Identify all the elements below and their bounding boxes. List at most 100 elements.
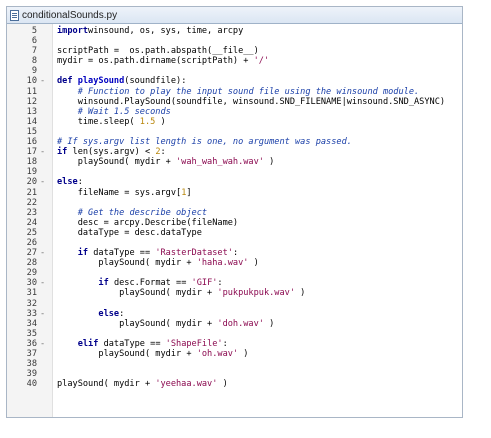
code-line-text: # Wait 1.5 seconds (53, 107, 171, 117)
code-line[interactable] (53, 329, 462, 339)
fold-toggle-icon[interactable]: - (40, 278, 50, 288)
fold-toggle-icon[interactable]: - (40, 177, 50, 187)
line-number: 23 (26, 207, 37, 218)
code-line[interactable]: else: (53, 309, 462, 319)
code-line[interactable]: playSound( mydir + 'doh.wav' ) (53, 319, 462, 329)
code-line[interactable]: fileName = sys.argv[1] (53, 188, 462, 198)
code-line[interactable]: # Function to play the input sound file … (53, 87, 462, 97)
line-number: 40 (26, 379, 37, 390)
code-line[interactable] (53, 36, 462, 46)
code-token: playSound (77, 76, 125, 87)
gutter-row: 34 (7, 319, 52, 329)
gutter-row: 35 (7, 329, 52, 339)
code-line[interactable]: if dataType == 'RasterDataset': (53, 248, 462, 258)
code-line[interactable]: playSound( mydir + 'yeehaa.wav' ) (53, 379, 462, 389)
code-line[interactable] (53, 268, 462, 278)
line-number: 36 (26, 338, 37, 349)
line-number: 14 (26, 116, 37, 127)
code-line[interactable]: # Wait 1.5 seconds (53, 107, 462, 117)
code-line[interactable]: time.sleep( 1.5 ) (53, 117, 462, 127)
code-line[interactable] (53, 238, 462, 248)
code-line[interactable]: importwinsound, os, sys, time, arcpy (53, 26, 462, 36)
code-line[interactable]: playSound( mydir + 'wah_wah_wah.wav' ) (53, 157, 462, 167)
gutter-row: 6 (7, 36, 52, 46)
code-line[interactable] (53, 359, 462, 369)
code-line[interactable]: elif dataType == 'ShapeFile': (53, 339, 462, 349)
window-titlebar[interactable]: conditionalSounds.py (7, 7, 462, 24)
code-line-text: # If sys.argv list length is one, no arg… (53, 137, 352, 147)
code-line[interactable]: playSound( mydir + 'haha.wav' ) (53, 258, 462, 268)
fold-toggle-icon[interactable]: - (40, 309, 50, 319)
code-line[interactable] (53, 167, 462, 177)
code-area[interactable]: importwinsound, os, sys, time, arcpy scri… (53, 24, 462, 417)
code-token: 'doh.wav' (217, 318, 264, 329)
code-line[interactable]: playSound( mydir + 'oh.wav' ) (53, 349, 462, 359)
fold-toggle-icon[interactable]: - (40, 76, 50, 86)
code-line[interactable]: # If sys.argv list length is one, no arg… (53, 137, 462, 147)
code-token: else (57, 177, 78, 188)
line-number: 38 (26, 359, 37, 370)
code-token: desc = arcpy.Describe(fileName) (57, 217, 239, 228)
code-token: : (232, 248, 239, 259)
gutter-row: 40 (7, 379, 52, 389)
code-token: ) (263, 318, 275, 329)
code-token: 1.5 (139, 116, 156, 127)
gutter-row: 14 (7, 117, 52, 127)
code-token: time.sleep( (57, 116, 140, 127)
fold-toggle-icon[interactable]: - (40, 147, 50, 157)
code-line-text: playSound( mydir + 'doh.wav' ) (53, 319, 274, 329)
code-token: ) (263, 157, 275, 168)
gutter-row: 33- (7, 309, 52, 319)
code-line[interactable]: def playSound(soundfile): (53, 76, 462, 86)
code-token: 'oh.wav' (196, 349, 239, 359)
code-line[interactable] (53, 66, 462, 76)
gutter-row: 39 (7, 369, 52, 379)
gutter-row: 38 (7, 359, 52, 369)
code-editor[interactable]: 5 6 7 8 9 10-11 12 13 14 15 16 17-18 19 20-21 22 23 24 25… (7, 24, 462, 417)
code-line[interactable] (53, 127, 462, 137)
code-line[interactable]: # Get the describe object (53, 208, 462, 218)
code-line-text: # Function to play the input sound file … (53, 87, 419, 97)
line-number: 25 (26, 227, 37, 238)
code-token: : (119, 308, 125, 319)
code-token: if (98, 278, 114, 289)
line-number: 24 (26, 217, 37, 228)
code-line[interactable]: playSound( mydir + 'pukpukpuk.wav' ) (53, 288, 462, 298)
code-line[interactable]: if desc.Format == 'GIF': (53, 278, 462, 288)
line-number: 7 (31, 46, 37, 57)
code-token: winsound, os, sys, time, arcpy (88, 26, 244, 36)
code-token: import (57, 26, 89, 36)
line-number: 8 (31, 56, 37, 67)
gutter-row: 31 (7, 288, 52, 298)
code-line[interactable]: else: (53, 177, 462, 187)
line-number: 21 (26, 187, 37, 198)
code-line-text: playSound( mydir + 'haha.wav' ) (53, 258, 258, 268)
gutter-row: 18 (7, 157, 52, 167)
fold-toggle-icon[interactable]: - (40, 339, 50, 349)
fold-toggle-icon[interactable]: - (40, 248, 50, 258)
code-token: playSound( mydir + (57, 379, 156, 390)
code-token: ) (155, 116, 166, 127)
code-token: playSound( mydir + (57, 157, 176, 168)
code-line-text: fileName = sys.argv[1] (53, 188, 192, 198)
code-line-text: elif dataType == 'ShapeFile': (53, 339, 228, 349)
code-token: if (57, 147, 73, 158)
code-line[interactable]: if len(sys.argv) < 2: (53, 147, 462, 157)
code-token: mydir = os.path.dirname(scriptPath) + (57, 56, 254, 67)
code-line[interactable] (53, 198, 462, 208)
code-line-text: else: (53, 309, 124, 319)
code-line[interactable]: scriptPath = os.path.abspath(__file__) (53, 46, 462, 56)
code-line[interactable]: mydir = os.path.dirname(scriptPath) + '/… (53, 56, 462, 66)
code-line[interactable]: dataType = desc.dataType (53, 228, 462, 238)
code-line[interactable] (53, 299, 462, 309)
code-line[interactable] (53, 369, 462, 379)
gutter-row: 21 (7, 188, 52, 198)
code-line[interactable]: desc = arcpy.Describe(fileName) (53, 218, 462, 228)
code-line-text: scriptPath = os.path.abspath(__file__) (53, 46, 259, 56)
code-token: playSound( mydir + (57, 349, 197, 359)
code-line[interactable]: winsound.PlaySound(soundfile, winsound.S… (53, 97, 462, 107)
